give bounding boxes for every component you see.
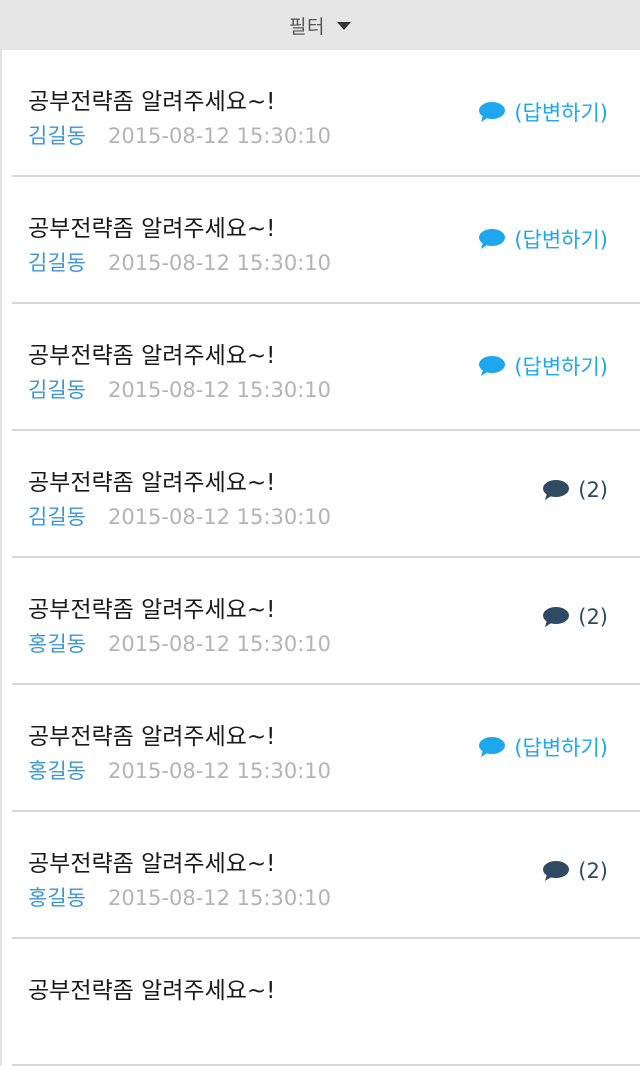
question-row[interactable]: 공부전략좀 알려주세요~! 김길동 2015-08-12 15:30:10 (답변하기… bbox=[2, 304, 640, 431]
post-date: 2015-08-12 15:30:10 bbox=[107, 124, 332, 148]
speech-bubble-icon bbox=[478, 736, 514, 758]
question-row[interactable]: 공부전략좀 알려주세요~! 홍길동 2015-08-12 15:30:10 (2) bbox=[2, 812, 640, 939]
question-title[interactable]: 공부전략좀 알려주세요~! bbox=[28, 844, 275, 878]
post-date: 2015-08-12 15:30:10 bbox=[107, 505, 332, 529]
reply-count: (2) bbox=[578, 859, 608, 883]
question-meta: 김길동 2015-08-12 15:30:10 bbox=[28, 247, 331, 277]
question-meta: 홍길동 2015-08-12 15:30:10 bbox=[28, 628, 331, 658]
filter-label: 필터 bbox=[289, 15, 325, 38]
author-name: 김길동 bbox=[28, 505, 86, 529]
question-title[interactable]: 공부전략좀 알려주세요~! bbox=[28, 971, 275, 1005]
speech-bubble-icon bbox=[542, 479, 578, 501]
question-meta: 김길동 2015-08-12 15:30:10 bbox=[28, 501, 331, 531]
answer-label: (답변하기) bbox=[514, 355, 608, 379]
answer-button[interactable]: (답변하기) bbox=[478, 351, 608, 381]
author-name: 김길동 bbox=[28, 251, 86, 275]
answer-button[interactable]: (답변하기) bbox=[478, 224, 608, 254]
post-date: 2015-08-12 15:30:10 bbox=[107, 251, 332, 275]
question-row[interactable]: 공부전략좀 알려주세요~! 김길동 2015-08-12 15:30:10 (답변하기… bbox=[2, 50, 640, 177]
question-title[interactable]: 공부전략좀 알려주세요~! bbox=[28, 463, 275, 497]
post-date: 2015-08-12 15:30:10 bbox=[107, 378, 332, 402]
answer-button[interactable]: (답변하기) bbox=[478, 732, 608, 762]
post-date: 2015-08-12 15:30:10 bbox=[107, 632, 332, 656]
question-list: 공부전략좀 알려주세요~! 김길동 2015-08-12 15:30:10 (답변하기… bbox=[0, 50, 640, 1066]
answer-label: (답변하기) bbox=[514, 736, 608, 760]
filter-dropdown[interactable]: 필터 bbox=[0, 0, 640, 50]
question-title[interactable]: 공부전략좀 알려주세요~! bbox=[28, 209, 275, 243]
author-name: 김길동 bbox=[28, 124, 86, 148]
speech-bubble-icon bbox=[478, 101, 514, 123]
question-title[interactable]: 공부전략좀 알려주세요~! bbox=[28, 82, 275, 116]
question-title[interactable]: 공부전략좀 알려주세요~! bbox=[28, 717, 275, 751]
reply-count: (2) bbox=[578, 478, 608, 502]
author-name: 홍길동 bbox=[28, 886, 86, 910]
reply-count: (2) bbox=[578, 605, 608, 629]
question-meta: 김길동 2015-08-12 15:30:10 bbox=[28, 120, 331, 150]
caret-down-icon bbox=[336, 22, 351, 30]
author-name: 홍길동 bbox=[28, 759, 86, 783]
reply-count-button[interactable]: (2) bbox=[542, 478, 608, 502]
answer-label: (답변하기) bbox=[514, 101, 608, 125]
speech-bubble-icon bbox=[478, 228, 514, 250]
question-meta: 홍길동 2015-08-12 15:30:10 bbox=[28, 755, 331, 785]
question-row[interactable]: 공부전략좀 알려주세요~! 김길동 2015-08-12 15:30:10 (2) bbox=[2, 431, 640, 558]
post-date: 2015-08-12 15:30:10 bbox=[107, 759, 332, 783]
question-row[interactable]: 공부전략좀 알려주세요~! bbox=[2, 939, 640, 1066]
question-row[interactable]: 공부전략좀 알려주세요~! 홍길동 2015-08-12 15:30:10 (답변하기… bbox=[2, 685, 640, 812]
author-name: 김길동 bbox=[28, 378, 86, 402]
question-row[interactable]: 공부전략좀 알려주세요~! 김길동 2015-08-12 15:30:10 (답변하기… bbox=[2, 177, 640, 304]
question-title[interactable]: 공부전략좀 알려주세요~! bbox=[28, 336, 275, 370]
answer-label: (답변하기) bbox=[514, 228, 608, 252]
post-date: 2015-08-12 15:30:10 bbox=[107, 886, 332, 910]
question-row[interactable]: 공부전략좀 알려주세요~! 홍길동 2015-08-12 15:30:10 (2) bbox=[2, 558, 640, 685]
speech-bubble-icon bbox=[542, 860, 578, 882]
author-name: 홍길동 bbox=[28, 632, 86, 656]
question-meta: 김길동 2015-08-12 15:30:10 bbox=[28, 374, 331, 404]
reply-count-button[interactable]: (2) bbox=[542, 859, 608, 883]
speech-bubble-icon bbox=[478, 355, 514, 377]
speech-bubble-icon bbox=[542, 606, 578, 628]
question-title[interactable]: 공부전략좀 알려주세요~! bbox=[28, 590, 275, 624]
reply-count-button[interactable]: (2) bbox=[542, 605, 608, 629]
question-meta: 홍길동 2015-08-12 15:30:10 bbox=[28, 882, 331, 912]
answer-button[interactable]: (답변하기) bbox=[478, 97, 608, 127]
